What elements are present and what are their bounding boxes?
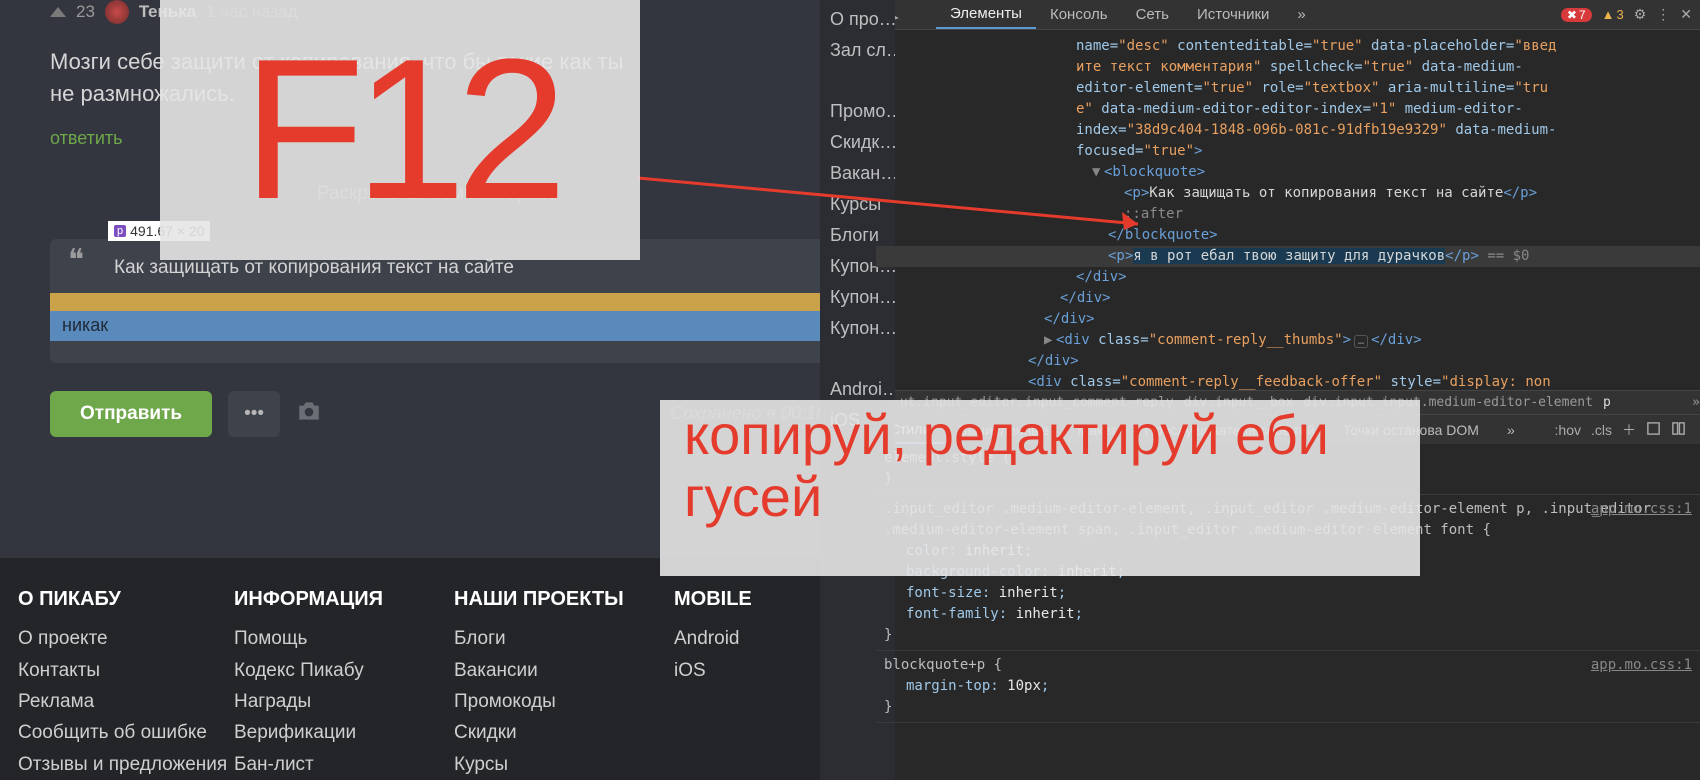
annotation-text: копируй, редактируй еби гусей	[660, 400, 1420, 576]
footer-link[interactable]: О проекте	[18, 623, 234, 654]
gear-icon[interactable]: ⚙	[1634, 6, 1647, 23]
warn-badge[interactable]: ▲ 3	[1602, 7, 1624, 22]
footer-link[interactable]: Кодекс Пикабу	[234, 655, 454, 686]
menu-icon[interactable]: ⋮	[1656, 6, 1670, 23]
hov-toggle[interactable]: :hov	[1555, 422, 1581, 438]
footer-link[interactable]: Награды	[234, 686, 454, 717]
vote-count: 23	[76, 2, 95, 22]
tabs-more-icon[interactable]: »	[1283, 0, 1319, 29]
tab-console[interactable]: Консоль	[1036, 0, 1122, 29]
footer-link[interactable]: Помощь	[234, 623, 454, 654]
quote-icon: ❝	[68, 243, 84, 278]
camera-icon[interactable]	[296, 400, 322, 427]
devtools-tabs: Элементы Консоль Сеть Источники » ✖ 7 ▲ …	[876, 0, 1700, 30]
styles-icon[interactable]	[1646, 421, 1661, 439]
footer-h2: ИНФОРМАЦИЯ	[234, 588, 454, 611]
devtools-pane: Элементы Консоль Сеть Источники » ✖ 7 ▲ …	[876, 0, 1700, 780]
annotation-f12: F12	[160, 0, 640, 260]
tab-network[interactable]: Сеть	[1122, 0, 1183, 29]
cls-toggle[interactable]: .cls	[1591, 422, 1612, 438]
annotation-arrow	[634, 164, 1164, 244]
footer-h3: НАШИ ПРОЕКТЫ	[454, 588, 674, 611]
footer-link[interactable]: Реклама	[18, 686, 234, 717]
error-badge[interactable]: ✖ 7	[1561, 8, 1592, 22]
footer: О ПИКАБУ О проекте Контакты Реклама Сооб…	[0, 558, 876, 780]
tab-elements[interactable]: Элементы	[936, 0, 1036, 29]
new-rule-icon[interactable]: ＋	[1622, 420, 1636, 440]
footer-link[interactable]: Промокоды	[454, 686, 674, 717]
footer-link[interactable]: Вакансии	[454, 655, 674, 686]
margin-highlight	[50, 293, 826, 311]
quote-title: Как защищать от копирования текст на сай…	[114, 257, 804, 279]
source-link[interactable]: app.mo.css:1	[1591, 655, 1692, 676]
styles-icon[interactable]	[1671, 421, 1686, 439]
content-highlight: никак	[50, 311, 826, 341]
selected-node[interactable]: <p>я в рот ебал твою защиту для дурачков…	[876, 246, 1700, 267]
more-button[interactable]: •••	[228, 391, 280, 437]
footer-link[interactable]: Бан-лист	[234, 749, 454, 780]
footer-link[interactable]: Сообщить об ошибке	[18, 717, 234, 748]
avatar[interactable]	[105, 0, 129, 24]
footer-link[interactable]: Верификации	[234, 717, 454, 748]
send-button[interactable]: Отправить	[50, 391, 212, 437]
footer-h1: О ПИКАБУ	[18, 588, 234, 611]
close-icon[interactable]: ✕	[1680, 6, 1692, 23]
footer-link[interactable]: Курсы	[454, 749, 674, 780]
footer-link[interactable]: Блоги	[454, 623, 674, 654]
tab-sources[interactable]: Источники	[1183, 0, 1283, 29]
upvote-icon[interactable]	[50, 7, 66, 17]
footer-link[interactable]: Отзывы и предложения	[18, 749, 234, 780]
source-link[interactable]: app.mo.css:1	[1591, 499, 1692, 520]
tabs-more-icon[interactable]: »	[1493, 422, 1529, 438]
footer-link[interactable]: Контакты	[18, 655, 234, 686]
footer-link[interactable]: Скидки	[454, 717, 674, 748]
